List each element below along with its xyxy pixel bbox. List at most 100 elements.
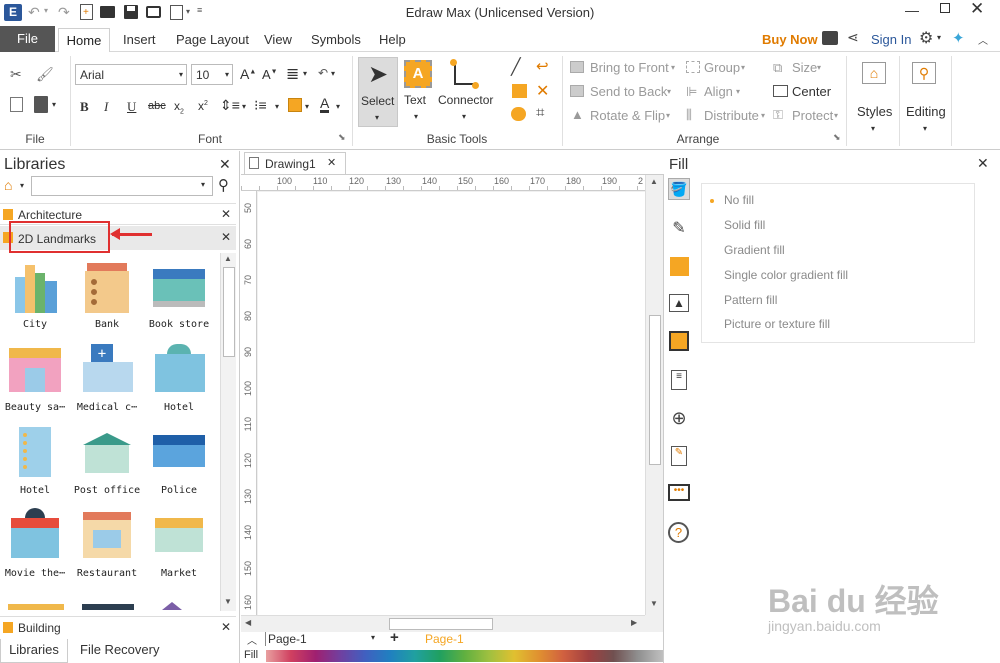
cart-icon[interactable] [822, 31, 838, 45]
close-category-icon[interactable]: ✕ [221, 230, 231, 244]
tab-page-layout[interactable]: Page Layout [176, 32, 249, 47]
maximize-button[interactable] [940, 3, 950, 13]
library-shape-restaurant[interactable]: Restaurant [72, 508, 142, 588]
minimize-button[interactable]: — [905, 2, 919, 18]
fill-option-solid-fill[interactable]: Solid fill [710, 218, 765, 232]
fill-option-gradient-fill[interactable]: Gradient fill [710, 243, 785, 257]
shadow-panel-icon[interactable] [670, 257, 689, 276]
rectangle-tool-icon[interactable] [512, 84, 527, 98]
bring-to-front-button[interactable]: Bring to Front [590, 60, 669, 75]
superscript-icon[interactable]: x2 [198, 99, 208, 113]
close-window-button[interactable]: ✕ [970, 0, 984, 19]
paste-icon[interactable] [34, 96, 48, 113]
sign-in-link[interactable]: Sign In [871, 32, 911, 47]
styles-button[interactable]: ⌂ Styles ▾ [853, 58, 897, 138]
cross-tool-icon[interactable]: ✕ [536, 81, 549, 101]
scroll-thumb[interactable] [389, 618, 493, 630]
page-select-dropdown-icon[interactable]: ▾ [371, 633, 375, 642]
group-button[interactable]: Group [704, 60, 740, 75]
shrink-font-icon[interactable]: A▼ [262, 67, 278, 82]
group-icon[interactable] [686, 61, 700, 73]
fill-option-no-fill[interactable]: No fill [710, 193, 754, 207]
line-panel-icon[interactable]: ✎ [668, 218, 690, 240]
layer-panel-icon[interactable] [669, 331, 689, 351]
bring-to-front-icon[interactable] [570, 61, 584, 73]
library-shape-police[interactable]: Police [144, 425, 214, 505]
size-button[interactable]: Size [792, 60, 817, 75]
rotate-flip-icon[interactable]: ▲ [571, 107, 584, 122]
scroll-right-icon[interactable]: ▶ [631, 618, 637, 627]
file-menu-button[interactable]: File [0, 26, 55, 52]
library-category-building[interactable]: Building ✕ [0, 616, 236, 638]
underline-icon[interactable]: U [127, 99, 136, 115]
canvas-vertical-scrollbar[interactable]: ▲ ▼ [645, 175, 663, 615]
editing-button[interactable]: ⚲ Editing ▾ [903, 58, 949, 138]
document-tab[interactable]: Drawing1 ✕ [244, 152, 346, 174]
properties-panel-icon[interactable]: ≡ [671, 370, 687, 390]
buy-now-link[interactable]: Buy Now [762, 32, 818, 47]
align-dropdown-icon[interactable]: ▾ [736, 87, 740, 96]
select-tool-button[interactable]: ➤ Select ▾ [358, 57, 398, 127]
align-text-icon[interactable]: ≣ [286, 64, 299, 84]
add-page-icon[interactable]: + [390, 629, 399, 646]
close-category-icon[interactable]: ✕ [221, 620, 231, 634]
font-color-icon[interactable]: A [320, 96, 330, 113]
page-tab[interactable]: Page-1 [425, 632, 464, 646]
library-shape-post-office[interactable]: Post office [72, 425, 142, 505]
bring-to-front-dropdown-icon[interactable]: ▾ [671, 63, 675, 72]
tab-file-recovery[interactable]: File Recovery [80, 642, 159, 657]
text-background-dropdown-icon[interactable]: ▾ [305, 102, 309, 111]
line-spacing-icon[interactable]: ⇕≡ [220, 97, 240, 114]
ribbon-collapse-icon[interactable]: ︿ [978, 32, 988, 47]
settings-gear-icon[interactable]: ⚙ [919, 28, 933, 48]
cut-icon[interactable]: ✂ [10, 66, 26, 82]
align-button[interactable]: Align [704, 84, 733, 99]
send-to-back-icon[interactable] [570, 85, 584, 97]
line-tool-icon[interactable]: ╱ [511, 57, 521, 77]
send-to-back-button[interactable]: Send to Back [590, 84, 667, 99]
tab-libraries[interactable]: Libraries [0, 639, 68, 663]
tab-help[interactable]: Help [379, 32, 406, 47]
scroll-down-icon[interactable]: ▼ [650, 599, 658, 608]
line-spacing-dropdown-icon[interactable]: ▾ [242, 102, 246, 111]
protect-button[interactable]: Protect [792, 108, 833, 123]
close-libraries-icon[interactable]: ✕ [219, 156, 231, 173]
fill-panel-icon[interactable]: 🪣 [668, 178, 690, 200]
bold-icon[interactable]: B [80, 99, 89, 115]
connector-tool-button[interactable]: Connector ▾ [436, 57, 498, 127]
text-tool-button[interactable]: A Text ▾ [402, 57, 436, 127]
image-panel-icon[interactable]: ▲ [669, 294, 689, 312]
arc-tool-icon[interactable]: ↩ [536, 57, 549, 75]
comment-panel-icon[interactable]: ••• [668, 484, 690, 501]
library-scrollbar[interactable]: ▲ ▼ [220, 253, 236, 611]
library-shape-market[interactable]: Market [144, 508, 214, 588]
subscript-icon[interactable]: x2 [174, 99, 184, 115]
grow-font-icon[interactable]: A▲ [240, 66, 256, 82]
tab-insert[interactable]: Insert [123, 32, 156, 47]
library-shape-movie-theater[interactable]: Movie the⋯ [0, 508, 70, 588]
text-direction-icon[interactable]: ↶ [318, 66, 328, 80]
send-to-back-dropdown-icon[interactable]: ▾ [667, 87, 671, 96]
tab-symbols[interactable]: Symbols [311, 32, 361, 47]
scroll-thumb[interactable] [223, 267, 235, 357]
library-shape-book-store[interactable]: Book store [144, 259, 214, 339]
library-shape-city[interactable]: City [0, 259, 70, 339]
distribute-icon[interactable]: ⫼ [686, 107, 692, 123]
rotate-flip-dropdown-icon[interactable]: ▾ [666, 111, 670, 120]
rotate-flip-button[interactable]: Rotate & Flip [590, 108, 665, 123]
scroll-thumb[interactable] [649, 315, 661, 465]
strikethrough-icon[interactable]: abc [148, 100, 166, 112]
ellipse-tool-icon[interactable] [511, 107, 526, 121]
scroll-up-icon[interactable]: ▲ [224, 254, 232, 263]
size-icon[interactable]: ⧉ [773, 60, 782, 76]
align-dropdown-icon[interactable]: ▾ [303, 69, 307, 78]
home-dropdown-icon[interactable]: ▾ [20, 181, 24, 190]
help-panel-icon[interactable]: ? [668, 522, 689, 543]
share-icon[interactable]: ⋖ [847, 29, 859, 46]
close-tab-icon[interactable]: ✕ [327, 156, 336, 169]
search-icon[interactable]: ⚲ [218, 176, 229, 194]
canvas-horizontal-scrollbar[interactable]: ◀ ▶ [241, 615, 645, 632]
close-category-icon[interactable]: ✕ [221, 207, 231, 221]
bullets-icon[interactable]: ⁝≡ [254, 97, 267, 114]
library-shape-hotel-2[interactable]: Hotel [0, 425, 70, 505]
